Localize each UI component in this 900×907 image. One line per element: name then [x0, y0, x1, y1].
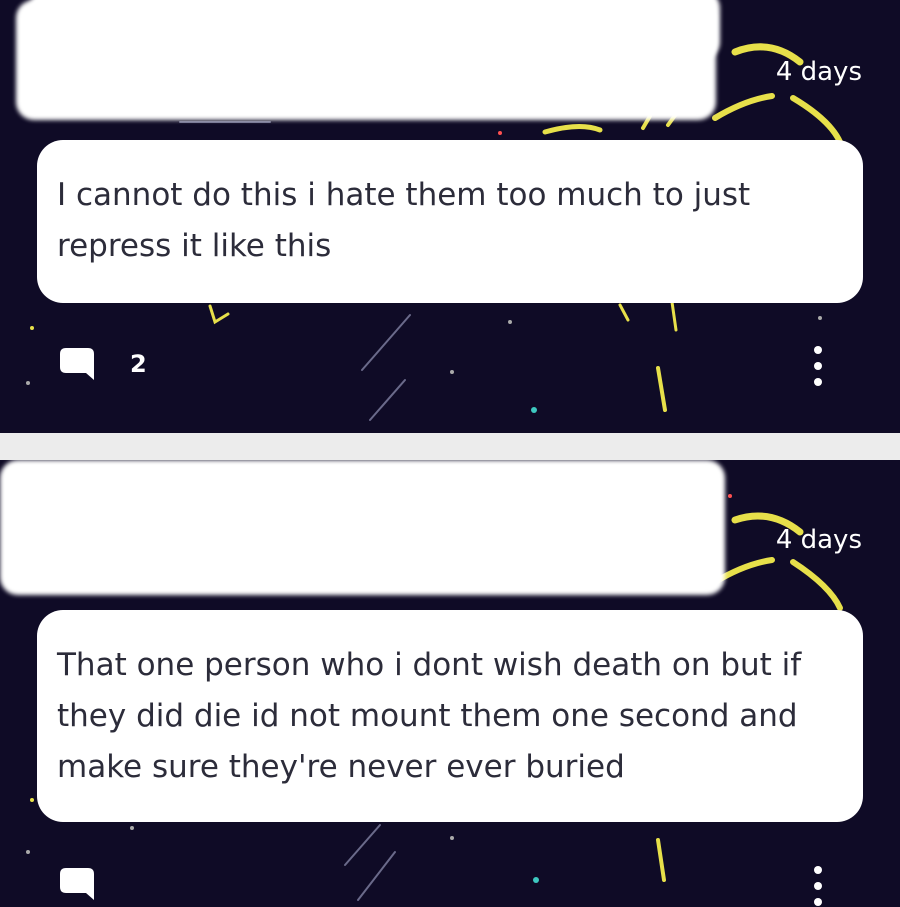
post-timestamp: 4 days — [775, 57, 862, 87]
post-text: That one person who i dont wish death on… — [57, 647, 802, 785]
post-text: I cannot do this i hate them too much to… — [57, 177, 751, 264]
comment-count: 2 — [130, 350, 147, 378]
more-vertical-icon[interactable] — [806, 346, 830, 386]
comment-bubble-icon — [60, 868, 94, 900]
post-card[interactable]: 4 days That one person who i dont wish d… — [0, 460, 900, 907]
comment-button[interactable] — [60, 868, 130, 900]
post-timestamp: 4 days — [775, 525, 862, 555]
post-text-card[interactable]: That one person who i dont wish death on… — [37, 610, 863, 822]
comment-bubble-icon — [60, 348, 94, 380]
more-vertical-icon[interactable] — [806, 866, 830, 906]
redacted-username — [0, 460, 725, 595]
redacted-username — [30, 0, 720, 60]
post-text-card[interactable]: I cannot do this i hate them too much to… — [37, 140, 863, 303]
post-divider — [0, 433, 900, 460]
post-card[interactable]: 4 days I cannot do this i hate them too … — [0, 0, 900, 433]
comment-button[interactable]: 2 — [60, 348, 147, 380]
